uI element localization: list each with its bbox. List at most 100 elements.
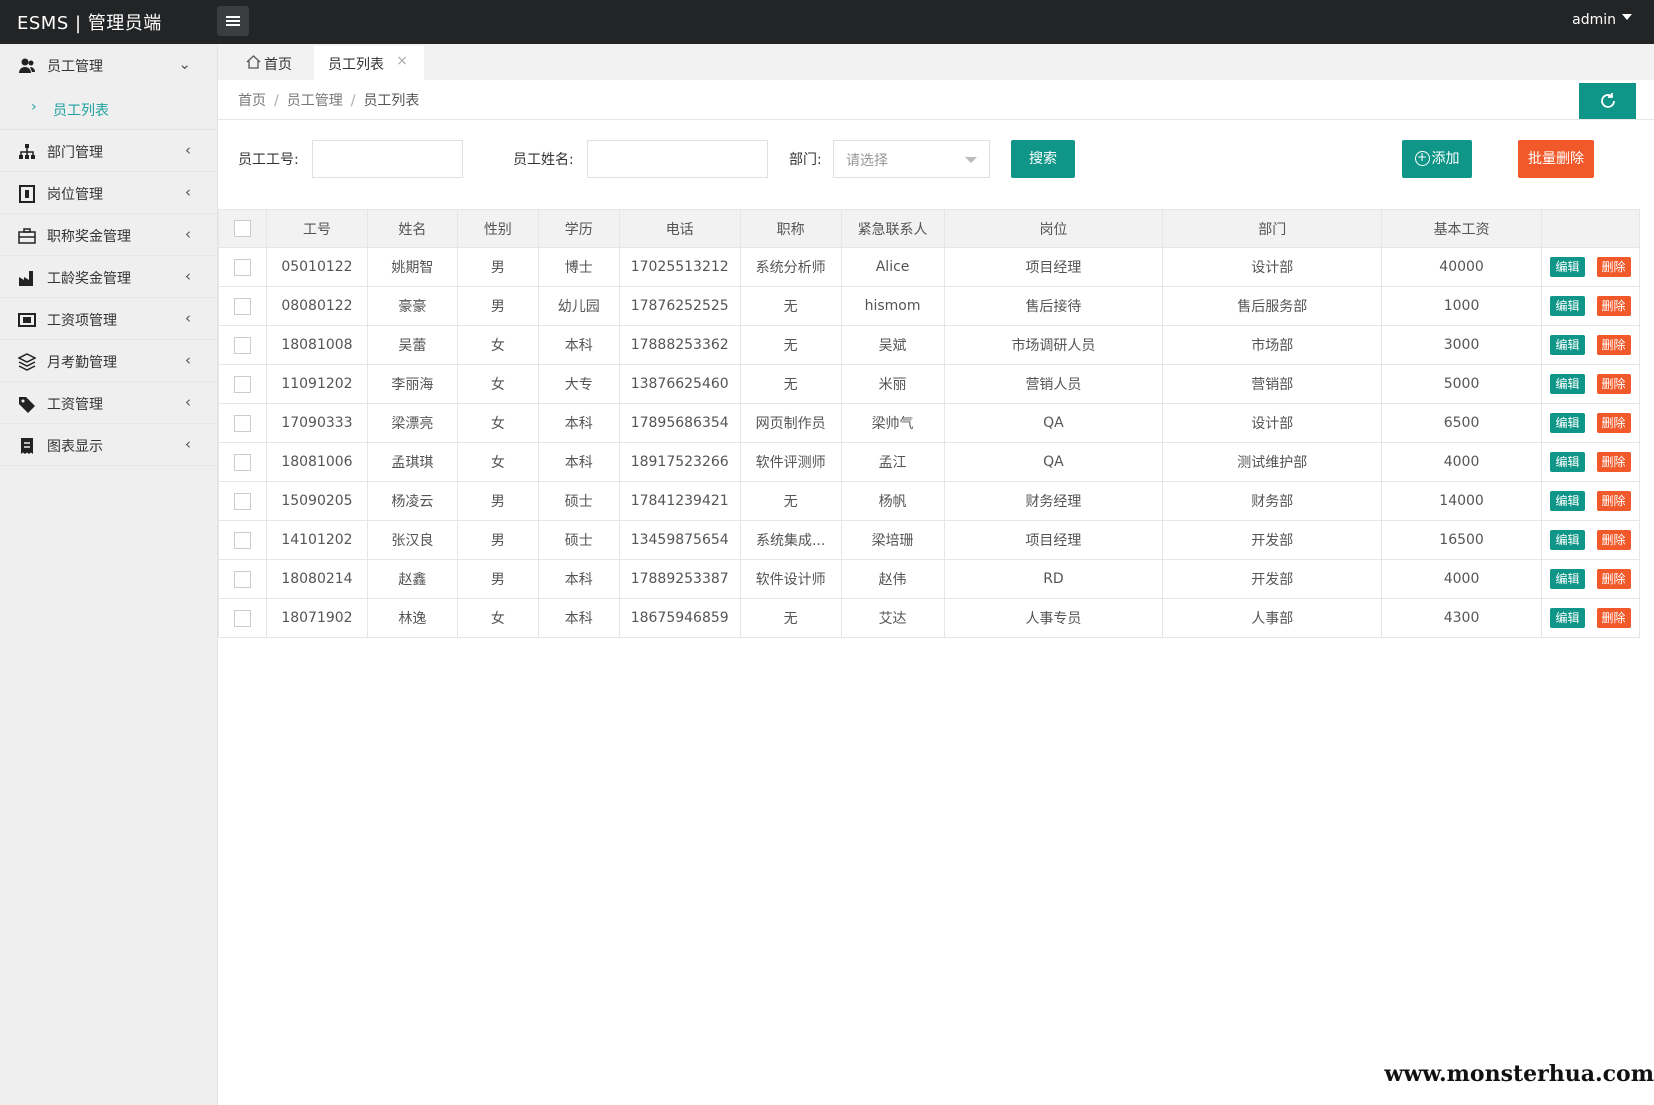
edit-button[interactable]: 编辑 <box>1550 452 1585 472</box>
sidebar-item-salary[interactable]: 工资管理 ‹ <box>0 382 217 424</box>
sidebar-item-position[interactable]: 岗位管理 ‹ <box>0 172 217 214</box>
table-cell: QA <box>944 403 1164 443</box>
money-icon <box>18 313 36 327</box>
sidebar-item-seniority-bonus[interactable]: 工龄奖金管理 ‹ <box>0 256 217 298</box>
batch-delete-button[interactable]: 批量删除 <box>1518 140 1594 178</box>
table-cell: 项目经理 <box>944 247 1164 287</box>
row-select-cell <box>218 286 267 326</box>
sidebar-item-department[interactable]: 部门管理 ‹ <box>0 130 217 172</box>
table-cell: 财务部 <box>1162 481 1383 521</box>
watermark: www.monsterhua.com <box>1384 1061 1654 1087</box>
delete-button[interactable]: 删除 <box>1596 452 1631 472</box>
layers-icon <box>18 353 36 371</box>
edit-button[interactable]: 编辑 <box>1550 296 1585 316</box>
table-cell: 4000 <box>1381 559 1542 599</box>
table-cell: 梁培珊 <box>841 520 945 560</box>
table-cell: 艾达 <box>841 598 945 638</box>
sidebar-item-employee[interactable]: 员工管理 ⌄ <box>0 44 217 88</box>
edit-button[interactable]: 编辑 <box>1550 374 1585 394</box>
home-icon <box>246 55 261 69</box>
table-row: 17090333 梁漂亮女本科 17895686354 网页制作员 梁帅气 QA 设计部 65… <box>218 403 1640 443</box>
close-icon[interactable]: × <box>396 53 408 69</box>
edit-button[interactable]: 编辑 <box>1550 491 1585 511</box>
tab-bar: 首页 员工列表 × <box>218 44 1654 80</box>
dept-select[interactable]: 请选择 <box>833 140 990 178</box>
delete-button[interactable]: 删除 <box>1596 296 1631 316</box>
table-cell: 17090333 <box>266 403 368 443</box>
breadcrumb-bar: 首页 / 员工管理 / 员工列表 <box>218 80 1654 120</box>
row-checkbox[interactable] <box>233 453 251 471</box>
table-cell: 男 <box>457 481 539 521</box>
column-header: 姓名 <box>366 209 458 248</box>
briefcase-icon <box>18 228 36 244</box>
refresh-button[interactable] <box>1579 83 1636 119</box>
receipt-icon <box>21 438 33 454</box>
search-button[interactable]: 搜索 <box>1011 140 1075 178</box>
delete-button[interactable]: 删除 <box>1596 530 1631 550</box>
breadcrumb-separator: / <box>274 93 279 109</box>
column-header: 学历 <box>537 209 620 248</box>
breadcrumb-section[interactable]: 员工管理 <box>287 93 343 109</box>
edit-button[interactable]: 编辑 <box>1550 413 1585 433</box>
row-checkbox[interactable] <box>233 492 251 510</box>
delete-button[interactable]: 删除 <box>1596 374 1631 394</box>
table-cell: 17876252525 <box>619 286 741 326</box>
row-select-cell <box>218 520 267 560</box>
breadcrumb-home[interactable]: 首页 <box>238 93 266 109</box>
table-cell: 17841239421 <box>619 481 741 521</box>
edit-button[interactable]: 编辑 <box>1550 257 1585 277</box>
edit-button[interactable]: 编辑 <box>1550 530 1585 550</box>
delete-button[interactable]: 删除 <box>1596 608 1631 628</box>
sidebar-item-label: 月考勤管理 <box>47 355 117 371</box>
row-checkbox[interactable] <box>233 570 251 588</box>
table-cell: 硕士 <box>538 481 620 521</box>
delete-button[interactable]: 删除 <box>1596 335 1631 355</box>
add-button[interactable]: + 添加 <box>1402 140 1472 178</box>
row-checkbox[interactable] <box>233 336 251 354</box>
row-select-cell <box>218 403 267 443</box>
select-all-checkbox[interactable] <box>233 220 251 237</box>
row-checkbox[interactable] <box>233 375 251 393</box>
sidebar-item-attendance[interactable]: 月考勤管理 ‹ <box>0 340 217 382</box>
sidebar-item-salary-items[interactable]: 工资项管理 ‹ <box>0 298 217 340</box>
tab-employee-list-label: 员工列表 <box>328 57 384 73</box>
table-cell: 无 <box>740 286 842 326</box>
emp-name-input[interactable] <box>587 140 768 178</box>
sidebar-subitem-employee-list[interactable]: › 员工列表 <box>0 88 217 130</box>
table-cell: 开发部 <box>1162 520 1383 560</box>
table-cell: 05010122 <box>266 247 368 287</box>
menu-toggle-button[interactable] <box>217 6 249 36</box>
table-cell: 吴斌 <box>841 325 945 365</box>
badge-icon <box>19 185 35 203</box>
delete-button[interactable]: 删除 <box>1596 257 1631 277</box>
table-cell: 无 <box>740 364 842 404</box>
edit-button[interactable]: 编辑 <box>1550 569 1585 589</box>
tab-home-label: 首页 <box>264 57 292 73</box>
sidebar-item-label: 图表显示 <box>47 439 103 455</box>
table-cell: 项目经理 <box>944 520 1164 560</box>
sidebar-item-label: 部门管理 <box>47 145 103 161</box>
sidebar-item-title-bonus[interactable]: 职称奖金管理 ‹ <box>0 214 217 256</box>
delete-button[interactable]: 删除 <box>1596 413 1631 433</box>
emp-no-label: 员工工号: <box>238 152 299 168</box>
tab-employee-list[interactable]: 员工列表 × <box>314 46 424 80</box>
emp-no-input[interactable] <box>312 140 463 178</box>
column-header: 基本工资 <box>1381 209 1542 248</box>
row-checkbox[interactable] <box>233 258 251 276</box>
edit-button[interactable]: 编辑 <box>1550 608 1585 628</box>
table-cell: 市场部 <box>1162 325 1383 365</box>
table-cell: 营销人员 <box>944 364 1164 404</box>
table-cell: 杨帆 <box>841 481 945 521</box>
row-checkbox[interactable] <box>233 531 251 549</box>
row-checkbox[interactable] <box>233 609 251 627</box>
edit-button[interactable]: 编辑 <box>1550 335 1585 355</box>
table-cell: 李丽海 <box>367 364 458 404</box>
chevron-left-icon: ‹ <box>185 267 191 285</box>
row-actions-cell: 编辑 删除 <box>1541 286 1640 326</box>
delete-button[interactable]: 删除 <box>1596 491 1631 511</box>
row-checkbox[interactable] <box>233 414 251 432</box>
delete-button[interactable]: 删除 <box>1596 569 1631 589</box>
row-checkbox[interactable] <box>233 297 251 315</box>
sidebar-item-charts[interactable]: 图表显示 ‹ <box>0 424 217 466</box>
user-menu[interactable]: admin <box>1572 12 1632 28</box>
